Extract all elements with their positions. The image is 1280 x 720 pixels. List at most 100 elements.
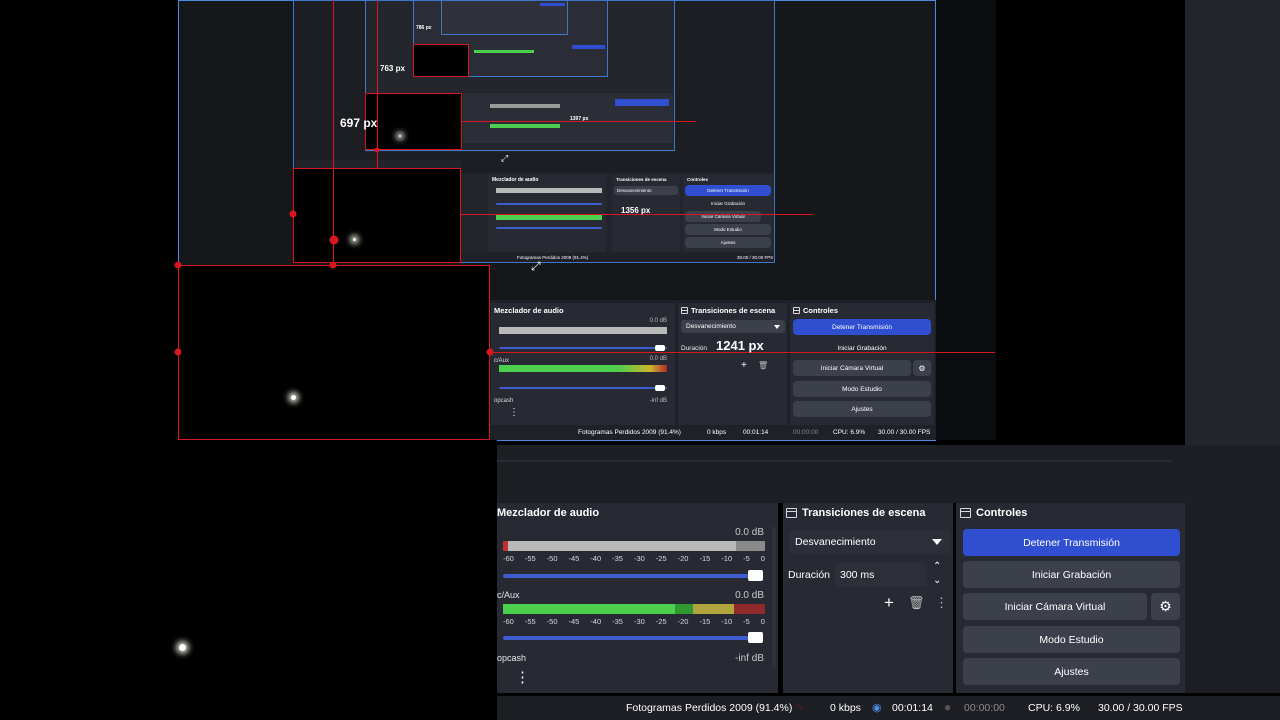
transition-select-l1[interactable]: Desvanecimiento: [681, 320, 785, 333]
measure-label-763: 763 px: [380, 64, 405, 73]
controls-title: Controles: [960, 507, 1185, 519]
stop-stream-button-l1[interactable]: Detener Transmisión: [793, 319, 931, 335]
preview-light: [179, 644, 186, 651]
channel-name-l1-1: c/Aux: [494, 358, 510, 364]
scale-channel-0: -60 -55 -50 -45 -40 -35 -30 -25 -20 -15 -10 -5 0: [503, 554, 765, 563]
caret-icon-l1: [774, 325, 780, 329]
measure-label-697: 697 px: [340, 116, 378, 130]
transition-select[interactable]: Desvanecimiento: [789, 530, 950, 554]
controls-title-l1: Controles: [793, 306, 934, 315]
studio-mode-button-l1[interactable]: Modo Estudio: [793, 381, 931, 397]
scale-channel-1: -60 -55 -50 -45 -40 -35 -30 -25 -20 -15 -10 -5 0: [503, 617, 765, 626]
handle-dot-7[interactable]: [174, 261, 182, 269]
channel-db-0: 0.0 dB: [735, 527, 764, 538]
right-gutter: [1185, 503, 1280, 693]
studio-mode-button[interactable]: Modo Estudio: [963, 626, 1180, 653]
controls-title-l2: Controles: [687, 177, 709, 182]
volume-knob-0[interactable]: [748, 570, 763, 581]
spin-up-icon[interactable]: ⌃: [933, 561, 941, 572]
stream-time-l1: 00:01:14: [743, 429, 769, 436]
stop-stream-button-l2[interactable]: Detener Transmisión: [685, 185, 771, 196]
start-recording-button-l2[interactable]: Iniciar Grabación: [685, 198, 771, 209]
statusbar-l1: Fotogramas Perdidos 2009 (91.4%) 0 kbps …: [490, 426, 936, 440]
volume-slider-0[interactable]: [503, 574, 763, 578]
mini-primary-btn-l5[interactable]: [540, 3, 565, 6]
transitions-title: Transiciones de escena: [786, 507, 953, 519]
channel-name-l1-2: opcash: [494, 398, 514, 404]
gear-icon: ⚙: [1159, 598, 1172, 614]
mini-primary-btn-l3[interactable]: [615, 99, 669, 106]
light-l2: [353, 238, 356, 241]
measure-vline-2: [377, 0, 378, 168]
light-l3: [399, 135, 401, 137]
start-virtual-cam-button[interactable]: Iniciar Cámara Virtual: [963, 593, 1147, 620]
mixer-title-l1: Mezclador de audio: [494, 306, 564, 315]
slider-l2-1[interactable]: [496, 227, 602, 229]
db-label-l1-0: 0.0 dB: [649, 318, 667, 324]
right-panel: [1185, 0, 1280, 503]
caret-down-icon: [932, 539, 942, 545]
slider-l1-1[interactable]: [499, 387, 667, 389]
handle-dot-1[interactable]: [174, 348, 182, 356]
settings-button[interactable]: Ajustes: [963, 658, 1180, 685]
handle-dot-3[interactable]: [329, 235, 339, 245]
dropped-frames-l1: Fotogramas Perdidos 2009 (91.4%): [578, 429, 681, 436]
mixer-dock-l1: Mezclador de audio 0.0 dB c/Aux 0.0 dB o…: [491, 303, 675, 425]
slider-l1-0[interactable]: [499, 347, 667, 349]
channel-db-1: 0.0 dB: [735, 590, 764, 601]
mixer-scrollbar[interactable]: [772, 527, 776, 667]
fps-l2: 30.00 / 30.00 FPS: [737, 255, 774, 260]
virtual-cam-button-l2[interactable]: Iniciar Cámara Virtual: [685, 211, 761, 222]
transition-select-l2[interactable]: Desvanecimiento: [614, 186, 678, 195]
volume-slider-1[interactable]: [503, 636, 763, 640]
controls-dock-icon-l1: [793, 307, 800, 314]
mini-meter-l4: [474, 50, 534, 53]
handle-dot-5[interactable]: [374, 147, 380, 153]
slider-l2-0[interactable]: [496, 203, 602, 205]
mini-primary-btn-l4[interactable]: [572, 45, 605, 49]
dropped-frames-l2: Fotogramas Perdidos 2009 (91.4%): [517, 255, 589, 260]
db-label-l1-1: 0.0 dB: [649, 356, 667, 362]
mini-meter-l3-0: [490, 104, 560, 108]
handle-dot-6[interactable]: [329, 261, 337, 269]
more-icon-l1[interactable]: ⋮: [509, 407, 519, 418]
slider-knob-l1-1[interactable]: [655, 385, 665, 391]
mixer-menu-icon[interactable]: ⋮: [515, 668, 530, 686]
settings-button-l2[interactable]: Ajustes: [685, 237, 771, 248]
add-icon-l1[interactable]: +: [741, 360, 747, 371]
slider-knob-l1-0[interactable]: [655, 345, 665, 351]
kbps-l1: 0 kbps: [707, 429, 727, 436]
spin-down-icon[interactable]: ⌄: [933, 575, 941, 586]
measure-box-l2: [293, 168, 461, 263]
resize-cursor-icon-1: ⤢: [531, 259, 541, 273]
stream-time: 00:01:14: [892, 702, 933, 714]
measure-vline-1: [333, 0, 334, 265]
trash-icon-l1[interactable]: 🗑: [758, 361, 768, 370]
start-recording-button[interactable]: Iniciar Grabación: [963, 561, 1180, 588]
studio-mode-button-l2[interactable]: Modo Estudio: [685, 224, 771, 235]
transitions-dock-icon-l1: [681, 307, 688, 314]
channel-name-2: opcash: [497, 653, 527, 663]
duration-input[interactable]: 300 ms: [835, 563, 927, 587]
virtual-cam-gear-l1[interactable]: ⚙: [913, 360, 931, 376]
measure-box-l3: [365, 93, 462, 150]
handle-dot-4[interactable]: [289, 210, 297, 218]
middle-gap-strip: [497, 460, 1172, 462]
remove-transition-icon[interactable]: 🗑: [908, 595, 925, 611]
mixer-title: Mezclador de audio: [497, 507, 600, 519]
measure-label-786: 786 px: [416, 25, 432, 31]
volume-knob-1[interactable]: [748, 632, 763, 643]
duration-label: Duración: [788, 569, 831, 581]
kbps: 0 kbps: [830, 702, 861, 714]
virtual-cam-button-l1[interactable]: Iniciar Cámara Virtual: [793, 360, 911, 376]
handle-dot-2[interactable]: [486, 348, 494, 356]
channel-db-2: -inf dB: [735, 653, 764, 664]
measure-label-1356: 1356 px: [621, 206, 651, 215]
stop-stream-button[interactable]: Detener Transmisión: [963, 529, 1180, 556]
add-transition-icon[interactable]: +: [884, 593, 894, 613]
start-recording-button-l1[interactable]: Iniciar Grabación: [793, 340, 931, 356]
virtual-cam-settings-button[interactable]: ⚙: [1151, 593, 1180, 620]
transition-menu-icon[interactable]: ⋮: [935, 595, 948, 611]
dropped-frames: Fotogramas Perdidos 2009 (91.4%): [626, 702, 793, 714]
settings-button-l1[interactable]: Ajustes: [793, 401, 931, 417]
